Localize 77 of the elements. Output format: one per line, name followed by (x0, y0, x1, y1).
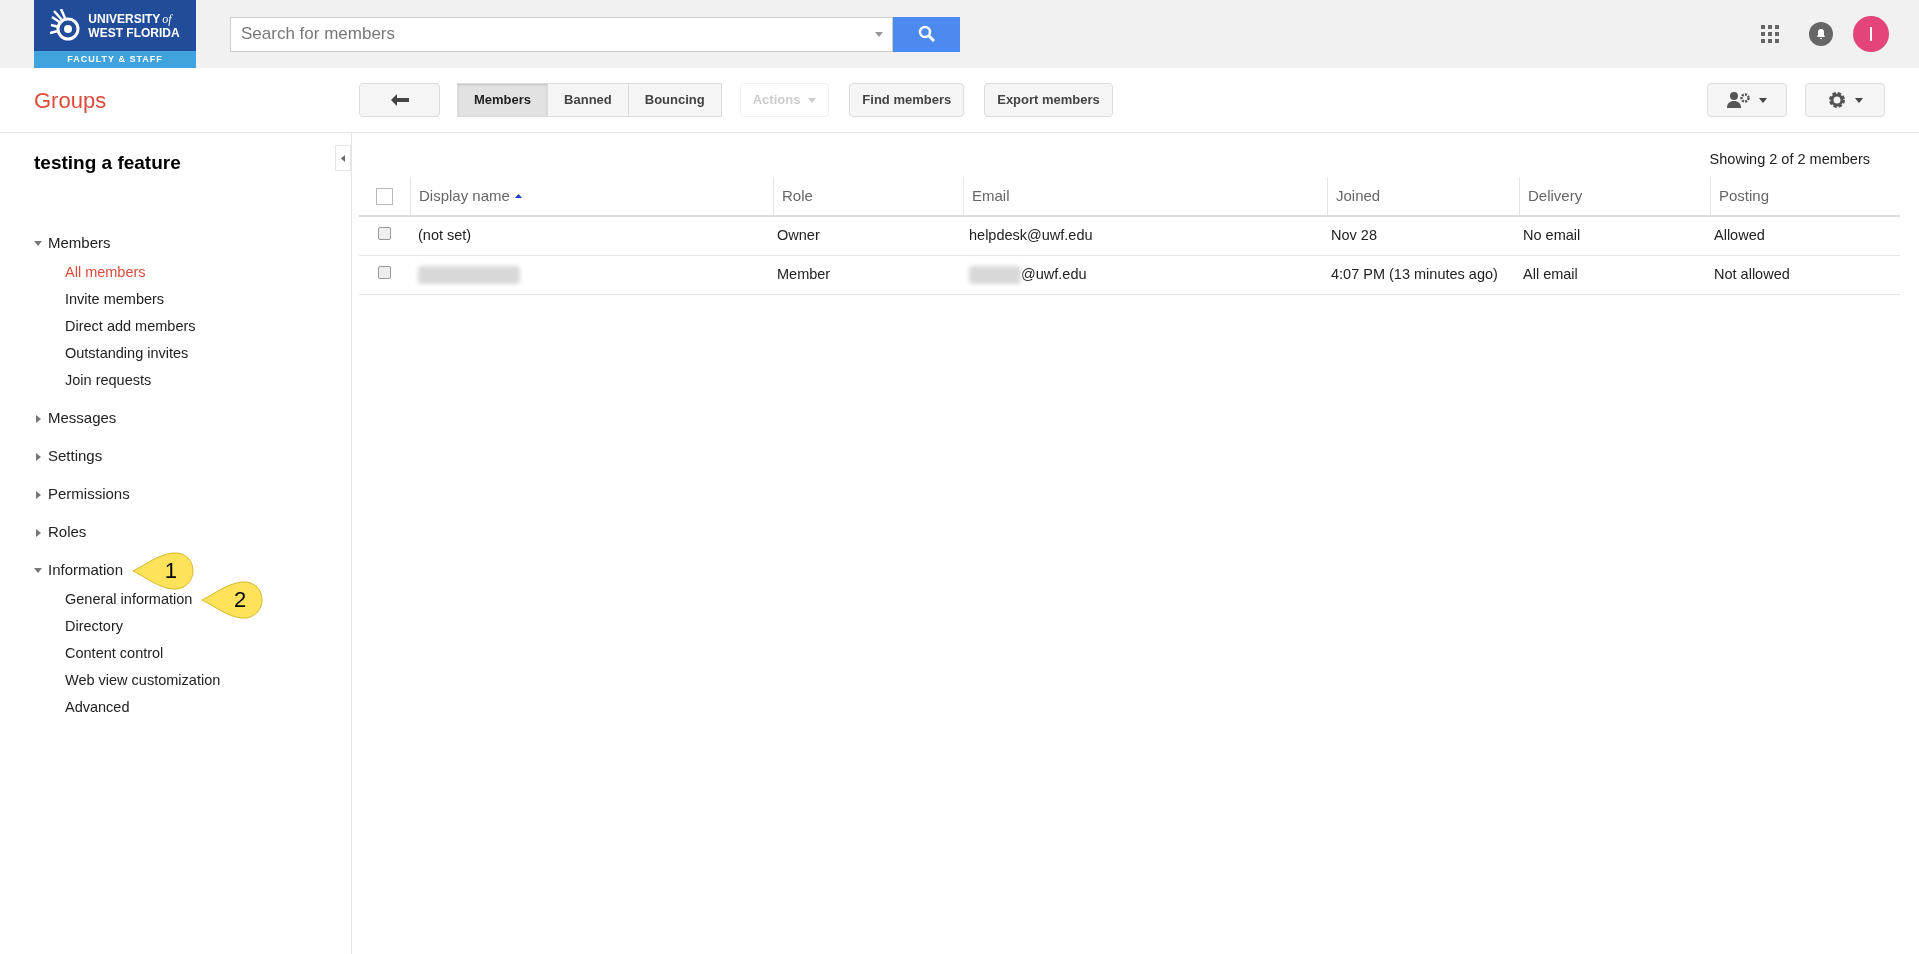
row-checkbox[interactable] (378, 265, 391, 279)
person-gear-icon (1727, 92, 1751, 108)
tab[interactable]: Members (457, 83, 549, 117)
sort-arrow-icon (514, 194, 522, 198)
table-cell: 4:07 PM (13 minutes ago) (1331, 266, 1498, 283)
table-cell: Not allowed (1714, 266, 1790, 283)
column-header[interactable]: Delivery (1528, 184, 1583, 208)
logo-text: WEST FLORIDA (88, 26, 180, 39)
table-cell: Owner (777, 227, 820, 244)
member-settings-button[interactable] (1707, 83, 1787, 117)
select-all-checkbox[interactable] (376, 187, 393, 205)
university-logo[interactable]: UNIVERSITY of WEST FLORIDA FACULTY & STAFF (34, 0, 196, 68)
dropdown-caret-icon (875, 31, 883, 37)
nav-item[interactable]: Invite members (65, 289, 165, 311)
column-header[interactable]: Email (972, 184, 1010, 208)
search-button[interactable] (893, 16, 960, 52)
toolbar-button[interactable]: Find members (849, 83, 965, 117)
back-button[interactable] (359, 83, 440, 117)
table-cell: All email (1523, 266, 1578, 283)
column-header[interactable]: Display name (419, 184, 522, 208)
table-cell: No email (1523, 227, 1581, 244)
table-cell-text: (not set) (418, 226, 472, 246)
collapse-sidebar-button[interactable] (335, 145, 351, 171)
nav-item[interactable]: Advanced (65, 697, 130, 719)
collapse-arrow-icon (341, 154, 345, 162)
settings-icon (1827, 90, 1847, 110)
member-count: Showing 2 of 2 members (1709, 150, 1870, 170)
nav-item[interactable]: Join requests (65, 370, 152, 392)
nav-item[interactable]: Outstanding invites (65, 343, 189, 365)
nav-section[interactable]: Settings (34, 445, 103, 468)
shell-icon (50, 8, 81, 43)
tab[interactable]: Banned (547, 83, 629, 117)
nav-section[interactable]: Permissions (34, 483, 130, 506)
apps-grid-icon[interactable] (1761, 25, 1779, 43)
table-cell-text: helpdesk@uwf.edu (969, 226, 1093, 246)
collapsed-caret-icon (35, 414, 41, 423)
logo-band-text: FACULTY & STAFF (67, 52, 163, 66)
tab[interactable]: Bouncing (627, 83, 722, 117)
collapsed-caret-icon (35, 528, 41, 537)
table-cell: Allowed (1714, 227, 1765, 244)
app-title: Groups (34, 86, 108, 115)
logo-text: UNIVERSITY (88, 12, 161, 25)
column-header[interactable]: Posting (1719, 184, 1770, 208)
logo-text: of (162, 12, 172, 25)
table-cell: Nov 28 (1331, 227, 1377, 244)
nav-section[interactable]: Members (34, 232, 111, 255)
collapsed-caret-icon (35, 452, 41, 461)
nav-section[interactable]: Messages (34, 407, 117, 430)
caret-icon (808, 97, 817, 103)
nav-section[interactable]: Roles (34, 521, 87, 544)
search-icon (917, 25, 936, 43)
nav-item[interactable]: Direct add members (65, 316, 196, 338)
nav-item[interactable]: General information (65, 589, 193, 611)
row-checkbox[interactable] (378, 226, 391, 240)
group-name: testing a feature (34, 151, 182, 175)
column-header[interactable]: Joined (1336, 184, 1381, 208)
collapsed-caret-icon (35, 490, 41, 499)
nav-item[interactable]: All members (65, 262, 146, 284)
search-field[interactable]: Search for members (230, 16, 893, 52)
table-cell: Member (777, 266, 831, 283)
settings-button[interactable] (1805, 83, 1885, 117)
expanded-caret-icon (34, 568, 42, 573)
back-arrow-icon (390, 94, 409, 106)
callout-badge: 2 (200, 579, 265, 621)
nav-item[interactable]: Directory (65, 616, 123, 638)
nav-item[interactable]: Content control (65, 643, 164, 665)
nav-item[interactable]: Web view customization (65, 670, 221, 692)
expanded-caret-icon (34, 241, 42, 246)
toolbar-button[interactable]: Export members (984, 83, 1113, 117)
callout-badge: 1 (131, 549, 196, 592)
notifications-icon[interactable] (1809, 22, 1833, 46)
table-cell-text: @uwf.edu (1021, 265, 1087, 285)
caret-icon (1855, 97, 1863, 103)
caret-icon (1759, 97, 1767, 103)
column-header[interactable]: Role (782, 184, 813, 208)
nav-section[interactable]: Information (34, 559, 124, 582)
avatar[interactable]: I (1853, 16, 1889, 52)
